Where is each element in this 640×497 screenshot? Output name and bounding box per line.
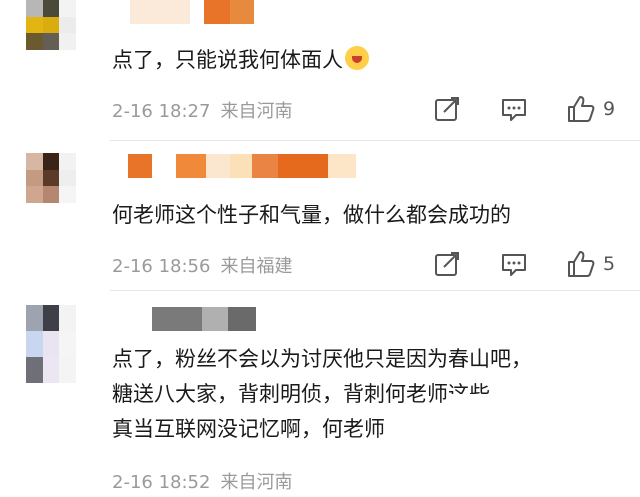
comment-item: 何老师这个性子和气量，做什么都会成功的 2-16 18:56 来自福建 5 [0,141,640,290]
comment-icon[interactable] [500,95,530,125]
grinning-sweat-emoji [345,46,369,70]
comment-meta: 2-16 18:27 来自河南 [112,97,292,123]
comment-date: 2-16 18:52 [112,472,211,493]
comment-meta: 2-16 18:56 来自福建 [112,252,292,278]
overlay-fade [447,394,640,410]
comment-location: 来自河南 [220,101,293,122]
share-icon[interactable] [433,250,463,280]
like-icon[interactable] [566,249,596,279]
like-count: 5 [603,253,616,275]
like-icon[interactable] [566,94,596,124]
overlay-fade [447,414,640,448]
avatar[interactable] [26,153,76,203]
comment-text: 何老师这个性子和气量，做什么都会成功的 [112,203,511,227]
avatar[interactable] [26,0,76,50]
comment-text-line: 糖送八大家，背刺明侦，背刺何老师这些 [112,382,490,406]
comment-meta: 2-16 18:52 来自河南 [112,468,292,494]
comment-date: 2-16 18:56 [112,256,211,277]
username[interactable] [128,154,356,178]
username[interactable] [130,0,254,24]
comment-item: 点了，只能说我何体面人 2-16 18:27 来自河南 9 [0,0,640,140]
avatar[interactable] [26,305,76,383]
comment-text-line: 点了，粉丝不会以为讨厌他只是因为春山吧， [112,347,532,371]
comment-text: 点了，只能说我何体面人 [112,45,369,75]
like-count: 9 [603,98,616,120]
comment-date: 2-16 18:27 [112,101,211,122]
comment-icon[interactable] [500,250,530,280]
comment-location: 来自河南 [220,472,293,493]
comment-location: 来自福建 [220,256,293,277]
comment-text-line: 真当互联网没记忆啊，何老师 [112,417,385,441]
comment-item: 点了，粉丝不会以为讨厌他只是因为春山吧， 糖送八大家，背刺明侦，背刺何老师这些 … [0,291,640,497]
username[interactable] [152,307,256,331]
share-icon[interactable] [433,95,463,125]
